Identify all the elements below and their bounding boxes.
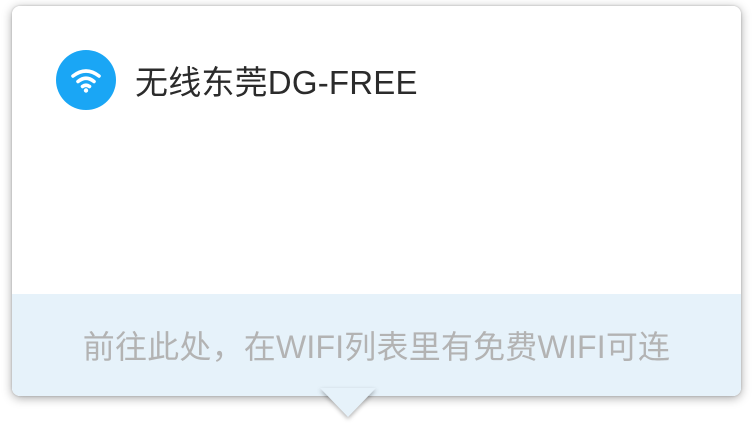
wifi-network-item[interactable]: 无线东莞DG-FREE — [56, 50, 418, 110]
stage: 无线东莞DG-FREE 前往此处，在WIFI列表里有免费WIFI可连 — [0, 0, 753, 441]
hint-bar: 前往此处，在WIFI列表里有免费WIFI可连 — [12, 294, 741, 396]
hint-text: 前往此处，在WIFI列表里有免费WIFI可连 — [82, 329, 671, 365]
wifi-icon — [56, 50, 116, 110]
wifi-network-name: 无线东莞DG-FREE — [135, 64, 418, 101]
wifi-tooltip-popover: 无线东莞DG-FREE 前往此处，在WIFI列表里有免费WIFI可连 — [12, 6, 741, 396]
wifi-icon-glyph — [71, 69, 101, 93]
popover-body: 无线东莞DG-FREE 前往此处，在WIFI列表里有免费WIFI可连 — [12, 6, 741, 396]
